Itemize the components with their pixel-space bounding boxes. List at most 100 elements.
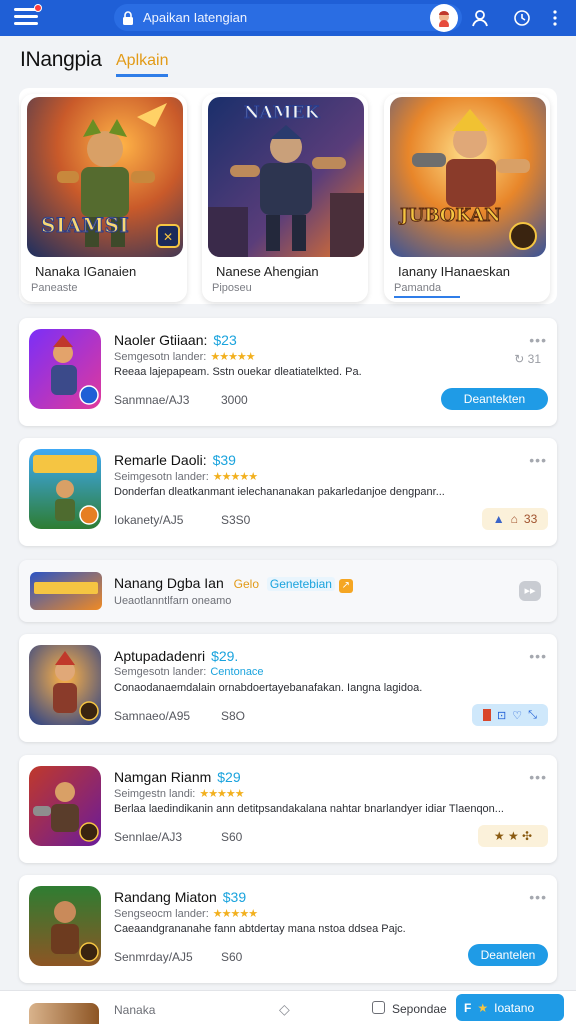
ad-title: Nanang Dgba Ian Gelo Genetebian ↗ — [114, 575, 353, 593]
featured-title: Nanese Ahengian — [216, 264, 319, 279]
app-size: Sennlae/AJ3 — [114, 830, 183, 844]
app-subtitle: Seimgestn landi: ★★★★★ — [114, 788, 245, 800]
reward-badge-count: 33 — [523, 512, 538, 526]
triangle-icon: ▲ — [492, 512, 505, 526]
bottom-tab-icon: F — [464, 1000, 472, 1015]
rating-stars: ★★★★★ — [199, 788, 244, 800]
tab-apps[interactable]: Aplkain — [116, 52, 169, 77]
rating-stars: ★★★★★ — [212, 471, 258, 483]
app-list-item[interactable]: Naoler Gtiiaan: $23 Semgesotn lander: ★★★★… — [19, 318, 557, 426]
app-price: $29. — [211, 648, 239, 664]
ad-subtitle: Ueaotlanntlfarn oneamo — [114, 595, 232, 607]
featured-subtitle: Pamanda — [394, 282, 442, 294]
app-price: $23 — [213, 332, 237, 348]
app-description: Conaodanaemdalain ornabdoertayebanafakan… — [114, 682, 423, 694]
bottom-action-button[interactable]: F ★ Ioatano — [456, 994, 564, 1021]
badge-pc-icon: ⊡ — [497, 709, 507, 722]
more-options-icon[interactable]: ••• — [529, 648, 547, 664]
featured-art-title: NAMEK — [243, 103, 320, 124]
app-price: $29 — [217, 769, 241, 785]
ad-arrow-icon[interactable]: ▸▸ — [519, 581, 541, 601]
app-subtitle: Sengseocm lander: ★★★★★ — [114, 908, 258, 920]
more-options-icon[interactable]: ••• — [529, 452, 547, 468]
page-title: INangpia — [20, 48, 102, 71]
app-size: Senmrday/AJ5 — [114, 950, 193, 964]
update-count: ↻ 31 — [514, 352, 541, 366]
featured-art-title: JUBOKAN — [400, 205, 502, 227]
featured-progress-bar — [394, 296, 460, 298]
app-icon — [29, 449, 101, 529]
app-title: Aptupadadenri $29. — [114, 648, 239, 664]
badge-resize-icon: ⤡ — [528, 708, 537, 721]
app-list-item[interactable]: Namgan Rianm $29 Seimgestn landi: ★★★★★ Be… — [19, 755, 557, 863]
star-icon: ★ — [477, 1000, 489, 1015]
app-title: Randang Miaton $39 — [114, 889, 247, 905]
featured-title: Nanaka IGanaien — [35, 264, 137, 279]
ad-tag-icon: ↗ — [338, 579, 353, 593]
download-button[interactable]: Deantelen — [468, 944, 548, 966]
app-icon — [29, 645, 101, 725]
app-tag: Centonace — [210, 666, 264, 678]
more-vert-icon[interactable] — [543, 6, 567, 30]
ad-tag-gold: Gelo — [233, 577, 260, 591]
more-options-icon[interactable]: ••• — [529, 332, 547, 348]
account-icon[interactable] — [468, 6, 492, 30]
user-face-icon — [439, 11, 449, 27]
featured-card[interactable]: JUBOKAN Ianany IHanaeskan Pamanda — [384, 94, 550, 302]
checkbox-icon[interactable] — [372, 1001, 385, 1014]
featured-game-art: JUBOKAN — [390, 97, 546, 257]
home-icon: ⌂ — [510, 512, 518, 526]
bottom-bar: Nanaka ◇ Sepondae F ★ Ioatano — [0, 990, 576, 1024]
feature-badges[interactable]: ⊡ ♡ ⤡ — [472, 704, 548, 726]
featured-game-art: NAMEK — [208, 97, 364, 257]
app-subtitle: Semgesotn lander: ★★★★★ — [114, 351, 256, 363]
app-size: Samnaeo/A95 — [114, 709, 191, 723]
bottom-left-label: Nanaka — [114, 1003, 156, 1017]
search-input[interactable] — [143, 10, 433, 25]
app-title: Naoler Gtiiaan: $23 — [114, 332, 237, 348]
app-subtitle: Seimgesotn lander: ★★★★★ — [114, 471, 258, 483]
profile-avatar[interactable] — [430, 4, 458, 32]
bottom-right-label: Ioatano — [494, 1000, 535, 1015]
bottom-thumbnail — [29, 1003, 99, 1024]
featured-subtitle: Piposeu — [212, 282, 252, 294]
badge-red-icon — [483, 709, 492, 721]
more-options-icon[interactable]: ••• — [529, 769, 547, 785]
featured-card[interactable]: ✕ SIAMSI Nanaka IGanaien Paneaste — [21, 94, 187, 302]
featured-game-art: ✕ SIAMSI — [27, 97, 183, 257]
lock-icon — [123, 10, 133, 25]
more-options-icon[interactable]: ••• — [529, 889, 547, 905]
featured-subtitle: Paneaste — [31, 282, 78, 294]
app-downloads: S60 — [221, 950, 243, 964]
download-button[interactable]: Deantekten — [441, 388, 548, 410]
svg-text:✕: ✕ — [163, 230, 173, 244]
app-description: Donderfan dleatkanmant ielechananakan pa… — [114, 486, 445, 498]
rating-stars: ★★★★★ — [210, 351, 255, 363]
app-size: Sanmnae/AJ3 — [114, 393, 190, 407]
reward-badge[interactable]: ▲ ⌂ 33 — [482, 508, 548, 530]
app-price: $39 — [212, 452, 236, 468]
app-size: Iokanety/AJ5 — [114, 513, 184, 527]
app-downloads: 3000 — [221, 393, 248, 407]
app-list-item[interactable]: Remarle Daoli: $39 Seimgesotn lander: ★★★★… — [19, 438, 557, 546]
featured-title: Ianany IHanaeskan — [398, 264, 511, 279]
app-downloads: S60 — [221, 830, 243, 844]
app-icon — [29, 886, 101, 966]
top-app-bar — [0, 0, 576, 36]
app-subtitle: Semgesotn lander: Centonace — [114, 666, 264, 678]
featured-card[interactable]: NAMEK Nanese Ahengian Piposeu — [202, 94, 368, 302]
rating-badges[interactable]: ★ ★ ✣ — [478, 825, 548, 847]
app-list-item[interactable]: Randang Miaton $39 Sengseocm lander: ★★★★★… — [19, 875, 557, 983]
app-icon — [29, 329, 101, 409]
app-list-item[interactable]: Aptupadadenri $29. Semgesotn lander: Cento… — [19, 634, 557, 742]
search-bar[interactable] — [114, 4, 462, 31]
app-description: Berlaa laedindikanin ann detitpsandakala… — [114, 803, 504, 815]
ad-thumbnail — [30, 572, 102, 610]
diamond-icon[interactable]: ◇ — [279, 1001, 290, 1018]
featured-art-title: SIAMSI — [40, 213, 130, 238]
clock-icon[interactable] — [510, 6, 534, 30]
app-downloads: S3S0 — [221, 513, 251, 527]
sponsored-item[interactable]: Nanang Dgba Ian Gelo Genetebian ↗ Ueaotl… — [19, 560, 557, 622]
badge-heart-icon: ♡ — [512, 709, 523, 722]
app-price: $39 — [222, 889, 247, 905]
